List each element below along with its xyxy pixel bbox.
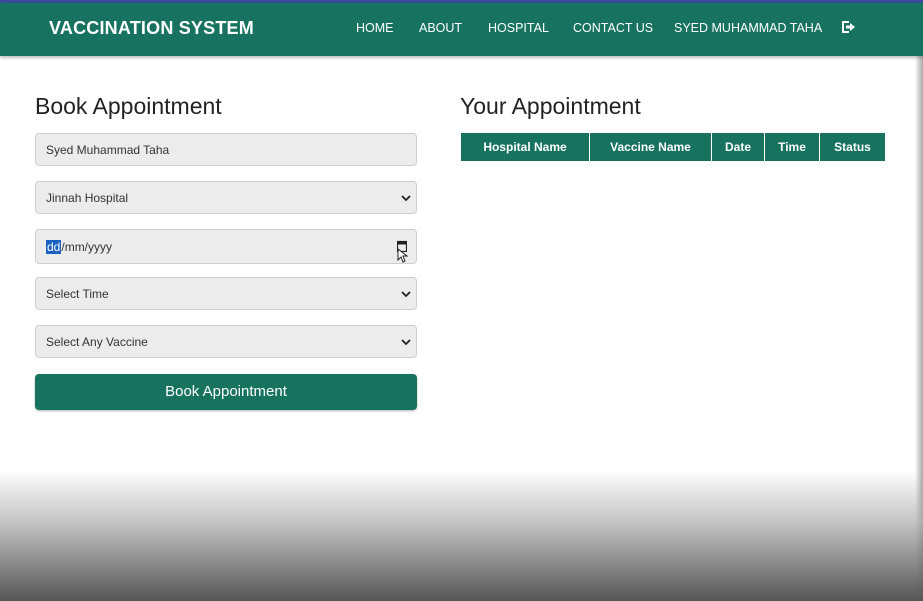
- nav-user-name[interactable]: SYED MUHAMMAD TAHA: [674, 21, 822, 35]
- book-appointment-heading: Book Appointment: [35, 93, 222, 119]
- chevron-down-icon: [401, 195, 411, 202]
- name-input-value: Syed Muhammad Taha: [46, 143, 170, 157]
- column-header-time: Time: [764, 133, 820, 161]
- column-header-date: Date: [711, 133, 765, 161]
- chevron-down-icon: [401, 339, 411, 346]
- chevron-down-icon: [401, 291, 411, 298]
- your-appointment-heading: Your Appointment: [460, 93, 641, 119]
- hospital-select-value: Jinnah Hospital: [46, 191, 129, 205]
- column-header-status: Status: [819, 133, 885, 161]
- date-input[interactable]: dd/mm/yyyy: [35, 229, 417, 264]
- mouse-cursor-icon: [397, 248, 408, 263]
- bottom-fade-overlay: [0, 470, 923, 601]
- nav-hospital[interactable]: HOSPITAL: [488, 21, 549, 35]
- vaccine-select[interactable]: Select Any Vaccine: [35, 325, 417, 358]
- name-input[interactable]: Syed Muhammad Taha: [35, 133, 417, 166]
- brand-title[interactable]: VACCINATION SYSTEM: [49, 18, 254, 39]
- vaccine-select-value: Select Any Vaccine: [46, 335, 148, 349]
- date-rest-segment: /mm/yyyy: [61, 240, 113, 254]
- time-select-value: Select Time: [46, 287, 109, 301]
- column-header-hospital-name: Hospital Name: [461, 133, 590, 161]
- book-appointment-button[interactable]: Book Appointment: [35, 374, 417, 410]
- column-header-vaccine-name: Vaccine Name: [589, 133, 712, 161]
- hospital-select[interactable]: Jinnah Hospital: [35, 181, 417, 214]
- table-header-row: Hospital Name Vaccine Name Date Time Sta…: [461, 133, 885, 161]
- time-select[interactable]: Select Time: [35, 277, 417, 310]
- navbar: VACCINATION SYSTEM HOME ABOUT HOSPITAL C…: [0, 3, 923, 56]
- nav-about[interactable]: ABOUT: [419, 21, 462, 35]
- appointments-table: Hospital Name Vaccine Name Date Time Sta…: [461, 133, 885, 161]
- sign-out-icon[interactable]: [841, 19, 857, 35]
- nav-home[interactable]: HOME: [356, 21, 394, 35]
- date-day-segment[interactable]: dd: [46, 240, 62, 254]
- nav-contact-us[interactable]: CONTACT US: [573, 21, 653, 35]
